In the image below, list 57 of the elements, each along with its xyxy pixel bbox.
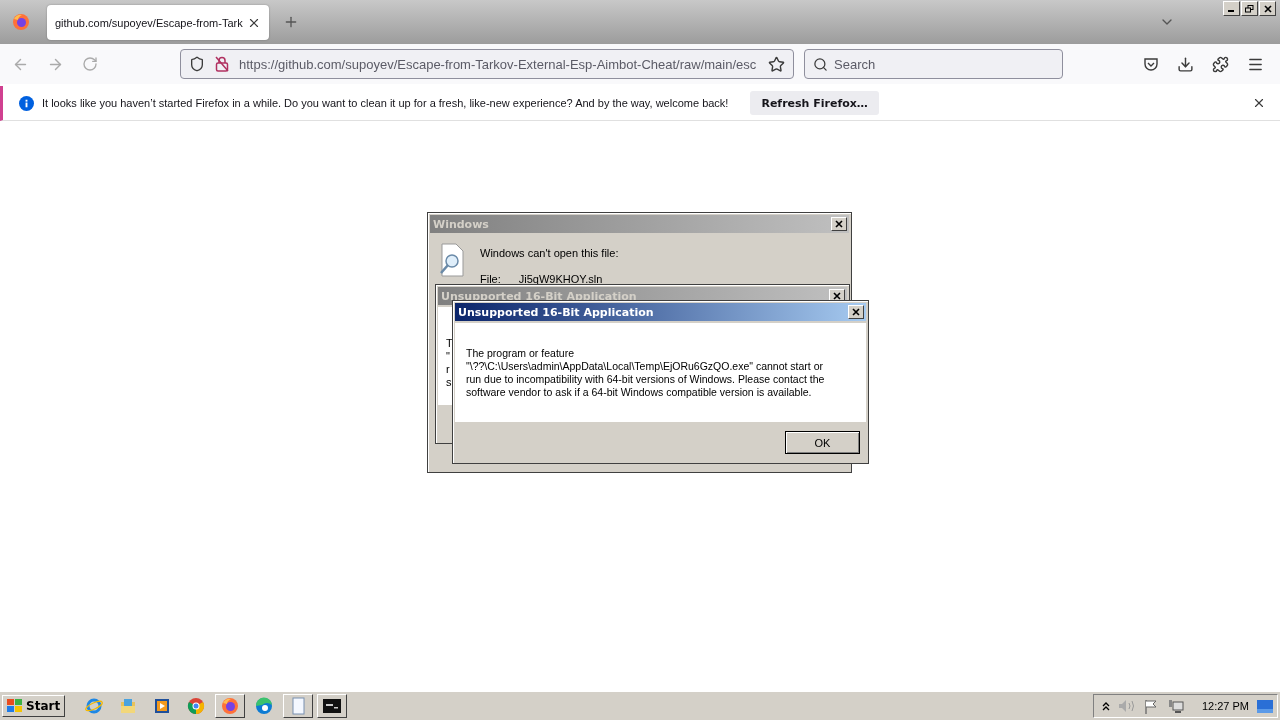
tab-title: github.com/supoyev/Escape-from-Tark (55, 16, 243, 29)
download-icon[interactable] (1177, 55, 1194, 73)
notification-message: It looks like you haven’t started Firefox in a while. Do you want to clean it up for a fresh, like-new experience? And by the way, welcome back! (42, 97, 729, 109)
globe-icon (85, 697, 104, 715)
file-name: Ji5qW9KHOY.sln (518, 273, 603, 285)
file-label: File: (480, 273, 501, 285)
firefox-icon (221, 697, 240, 715)
dialog-message: The program or feature "\??\C:\Users\admin\AppData\Local\Temp\EjORu6GzQO.exe" cannot start or run due to incompatibility with 64-bit versions of Windows. Please contact the software vendor to ask if a 64-bit Windows compatible version is available. (466, 347, 825, 399)
dialog-title: Windows (433, 217, 489, 231)
message-fragment: " (446, 350, 450, 362)
close-icon (1263, 4, 1272, 13)
star-icon[interactable] (768, 55, 785, 73)
terminal-icon (323, 699, 342, 713)
close-button[interactable] (831, 217, 847, 231)
search-field[interactable]: Search (804, 49, 1063, 79)
media-player-icon (153, 697, 172, 715)
taskbar-app-button[interactable] (317, 694, 348, 718)
start-button[interactable]: Start (2, 695, 66, 717)
close-icon (833, 292, 841, 300)
url-text: https://github.com/supoyev/Escape-from-Tarkov-External-Esp-Aimbot-Cheat/raw/main/esc (239, 56, 758, 72)
chrome-icon (187, 697, 206, 715)
firefox-icon[interactable] (12, 13, 30, 31)
close-button[interactable] (1259, 1, 1276, 16)
clock: 12:27 PM (1201, 700, 1249, 712)
close-icon[interactable] (1252, 96, 1266, 110)
close-icon (852, 308, 860, 316)
network-icon[interactable] (1167, 698, 1184, 714)
dialog-title: Unsupported 16-Bit Application (458, 305, 654, 319)
document-icon (289, 697, 308, 715)
show-desktop-icon[interactable] (1257, 699, 1273, 713)
ok-button[interactable]: OK (785, 431, 860, 454)
message-fragment: T (446, 337, 453, 349)
restore-icon (1245, 4, 1254, 13)
dialog-heading: Windows can't open this file: (480, 247, 619, 259)
minimize-button[interactable] (1223, 1, 1240, 16)
edge-icon (255, 697, 274, 715)
refresh-firefox-button[interactable]: Refresh Firefox… (750, 91, 879, 115)
message-fragment: s (446, 376, 452, 388)
folder-icon (119, 697, 138, 715)
browser-tab[interactable]: github.com/supoyev/Escape-from-Tark (47, 5, 269, 40)
chevron-up-icon[interactable] (1101, 701, 1110, 711)
shield-icon[interactable] (189, 56, 205, 72)
taskbar-app-button[interactable] (283, 694, 314, 718)
info-icon (19, 95, 34, 111)
close-button[interactable] (848, 305, 864, 319)
crossed-lock-icon[interactable] (215, 56, 229, 72)
close-icon (835, 220, 843, 228)
windows-logo-icon (7, 699, 23, 713)
message-fragment: r (446, 363, 450, 375)
restore-button[interactable] (1241, 1, 1258, 16)
puzzle-icon[interactable] (1212, 55, 1229, 73)
search-icon (813, 56, 828, 72)
file-search-icon (438, 243, 466, 277)
dialog-title: Unsupported 16-Bit Application (441, 289, 637, 303)
address-bar[interactable]: https://github.com/supoyev/Escape-from-Tarkov-External-Esp-Aimbot-Cheat/raw/main/esc (180, 49, 794, 79)
pocket-icon[interactable] (1143, 55, 1159, 72)
taskbar-app-button[interactable] (215, 694, 246, 718)
